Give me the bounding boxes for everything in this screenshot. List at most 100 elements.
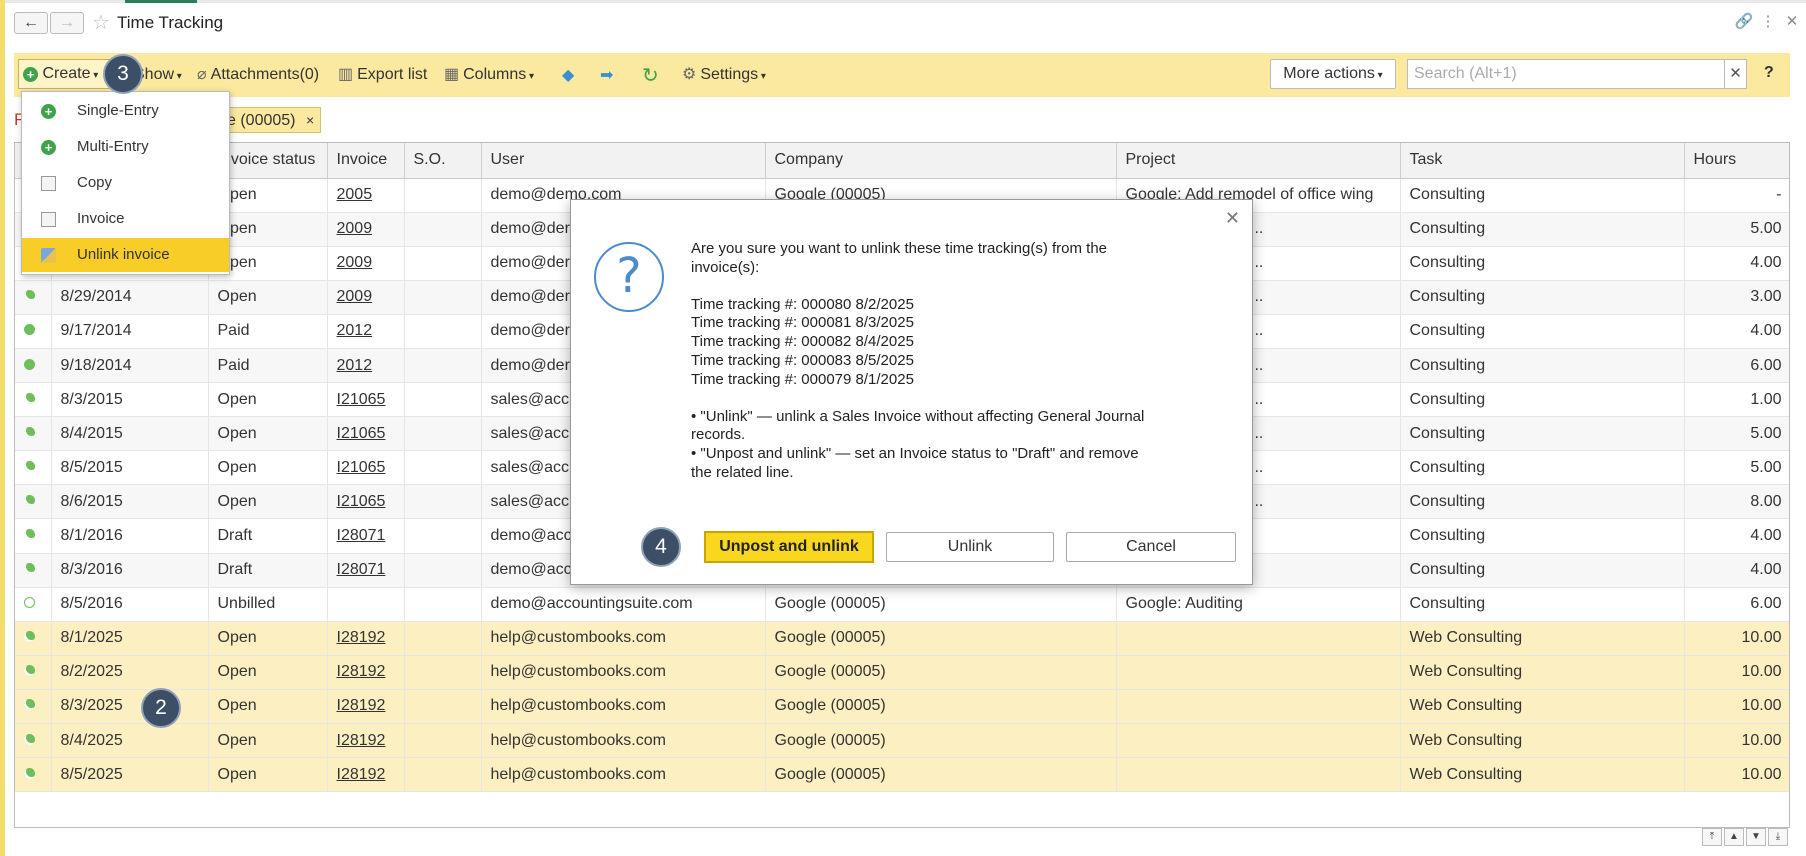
export-icon: ▥	[338, 66, 354, 83]
cell-status	[15, 382, 52, 418]
cell-company: Google (00005)	[765, 689, 1117, 725]
arrow-left-icon[interactable]: ◆	[562, 65, 574, 85]
cell-invoice[interactable]: I28192	[327, 655, 405, 690]
unpost-and-unlink-button[interactable]: Unpost and unlink	[704, 531, 874, 563]
menu-item-single-entry[interactable]: + Single-Entry	[22, 94, 229, 128]
cell-company: Google (00005)	[765, 621, 1117, 656]
page-title: Time Tracking	[117, 13, 224, 32]
table-row[interactable]: 8/2/2025 Open I28192 help@custombooks.com Go…	[15, 655, 1789, 690]
columns-icon: ▦	[444, 66, 460, 83]
cell-invoice[interactable]: I28071	[327, 553, 405, 588]
cancel-button[interactable]: Cancel	[1066, 532, 1236, 562]
column-header-hours[interactable]: Hours	[1684, 143, 1789, 179]
cell-status	[15, 416, 52, 452]
cell-hours: 1.00	[1684, 382, 1789, 418]
cell-status	[15, 518, 52, 554]
menu-item-multi-entry[interactable]: + Multi-Entry	[22, 130, 229, 164]
table-row[interactable]: 8/5/2016 Unbilled demo@accountingsuite.com…	[15, 587, 1789, 622]
filter-remove-icon[interactable]: ×	[306, 112, 314, 128]
toolbar: + Create ▾ Show ▾ ⌀ Attachments(0) ▥ Expor…	[14, 53, 1790, 97]
cell-invoice[interactable]: I28192	[327, 689, 405, 725]
attachments-button[interactable]: ⌀ Attachments(0)	[197, 64, 319, 86]
search-input[interactable]	[1407, 59, 1725, 89]
filter-chip-label: e (00005)	[227, 112, 296, 129]
unlink-button[interactable]: Unlink	[886, 532, 1054, 562]
cell-invoice-status: Open	[208, 416, 328, 452]
cell-task: Consulting	[1400, 587, 1685, 622]
cell-invoice[interactable]	[327, 587, 405, 622]
column-header-project[interactable]: Project	[1116, 143, 1401, 179]
cell-status	[15, 689, 52, 725]
back-button[interactable]: ←	[14, 12, 48, 34]
clock-status-icon	[24, 767, 35, 779]
columns-button[interactable]: ▦ Columns ▾	[444, 64, 534, 88]
settings-label: Settings	[700, 66, 759, 83]
column-header-so[interactable]: S.O.	[404, 143, 482, 179]
cell-user: help@custombooks.com	[481, 689, 766, 725]
cell-hours: 6.00	[1684, 587, 1789, 622]
menu-item-label: Copy	[77, 174, 113, 191]
more-vertical-icon[interactable]: ⋮	[1756, 12, 1780, 30]
cell-invoice-status: Open	[208, 484, 328, 520]
cell-invoice[interactable]: 2005	[327, 178, 405, 213]
cell-invoice[interactable]: 2009	[327, 246, 405, 281]
cell-hours: 3.00	[1684, 280, 1789, 315]
column-header-user[interactable]: User	[481, 143, 766, 179]
cell-invoice-status: Paid	[208, 348, 328, 384]
table-row[interactable]: 8/1/2025 Open I28192 help@custombooks.com Go…	[15, 621, 1789, 656]
menu-item-copy[interactable]: Copy	[22, 166, 229, 200]
active-tab-indicator[interactable]	[125, 0, 197, 3]
settings-button[interactable]: ⚙ Settings ▾	[682, 64, 766, 88]
column-header-task[interactable]: Task	[1400, 143, 1685, 179]
scroll-bottom-icon[interactable]: ⤓	[1768, 828, 1788, 846]
menu-item-invoice[interactable]: Invoice	[22, 202, 229, 236]
cell-task: Consulting	[1400, 484, 1685, 520]
table-row[interactable]: 8/5/2025 Open I28192 help@custombooks.com Go…	[15, 757, 1789, 793]
column-header-company[interactable]: Company	[765, 143, 1117, 179]
link-icon[interactable]: 🔗	[1732, 12, 1756, 30]
column-header-invoice[interactable]: Invoice	[327, 143, 405, 179]
scroll-down-icon[interactable]: ▼	[1746, 828, 1766, 846]
cell-invoice[interactable]: I28192	[327, 621, 405, 656]
cell-task: Consulting	[1400, 553, 1685, 588]
chevron-down-icon: ▾	[174, 71, 182, 82]
cell-task: Consulting	[1400, 314, 1685, 349]
question-icon: ?	[594, 242, 664, 312]
scroll-top-icon[interactable]: ⤒	[1702, 828, 1722, 846]
chevron-down-icon: ▾	[526, 71, 535, 82]
scroll-up-icon[interactable]: ▲	[1724, 828, 1744, 846]
cell-invoice[interactable]: I21065	[327, 416, 405, 452]
cell-invoice-status: Open	[208, 382, 328, 418]
refresh-icon[interactable]: ↻	[642, 63, 659, 88]
menu-item-unlink-invoice[interactable]: Unlink invoice	[22, 238, 229, 272]
favorite-star-icon[interactable]: ☆	[92, 12, 110, 34]
cell-invoice[interactable]: 2009	[327, 280, 405, 315]
cell-so	[404, 450, 482, 486]
close-icon[interactable]: ✕	[1780, 12, 1804, 30]
cell-invoice[interactable]: I21065	[327, 382, 405, 418]
more-actions-button[interactable]: More actions ▾	[1270, 59, 1396, 89]
table-row[interactable]: 8/4/2025 Open I28192 help@custombooks.com Go…	[15, 723, 1789, 759]
arrow-right-icon[interactable]: ➡	[600, 65, 613, 85]
cell-invoice[interactable]: 2012	[327, 348, 405, 384]
more-actions-label: More actions	[1283, 65, 1375, 82]
table-row[interactable]: 8/3/2025 Open I28192 help@custombooks.com Go…	[15, 689, 1789, 725]
unlink-confirm-dialog: ✕ ? Are you sure you want to unlink thes…	[570, 199, 1253, 585]
create-button[interactable]: + Create ▾	[18, 59, 114, 89]
cell-invoice[interactable]: 2009	[327, 212, 405, 247]
cell-invoice-status: Open	[208, 280, 328, 315]
cell-invoice[interactable]: I28192	[327, 723, 405, 759]
cell-invoice[interactable]: I28192	[327, 757, 405, 793]
cell-invoice[interactable]: I21065	[327, 484, 405, 520]
export-list-button[interactable]: ▥ Export list	[338, 64, 427, 86]
dialog-close-icon[interactable]: ✕	[1225, 208, 1240, 229]
search-clear-icon[interactable]: ✕	[1725, 59, 1747, 89]
cell-invoice[interactable]: I28071	[327, 518, 405, 554]
cell-status	[15, 553, 52, 588]
help-button[interactable]: ?	[1764, 64, 1774, 82]
export-label: Export list	[357, 66, 428, 83]
cell-invoice[interactable]: 2012	[327, 314, 405, 349]
forward-button[interactable]: →	[50, 12, 84, 34]
cell-invoice[interactable]: I21065	[327, 450, 405, 486]
clock-status-icon	[24, 290, 35, 302]
